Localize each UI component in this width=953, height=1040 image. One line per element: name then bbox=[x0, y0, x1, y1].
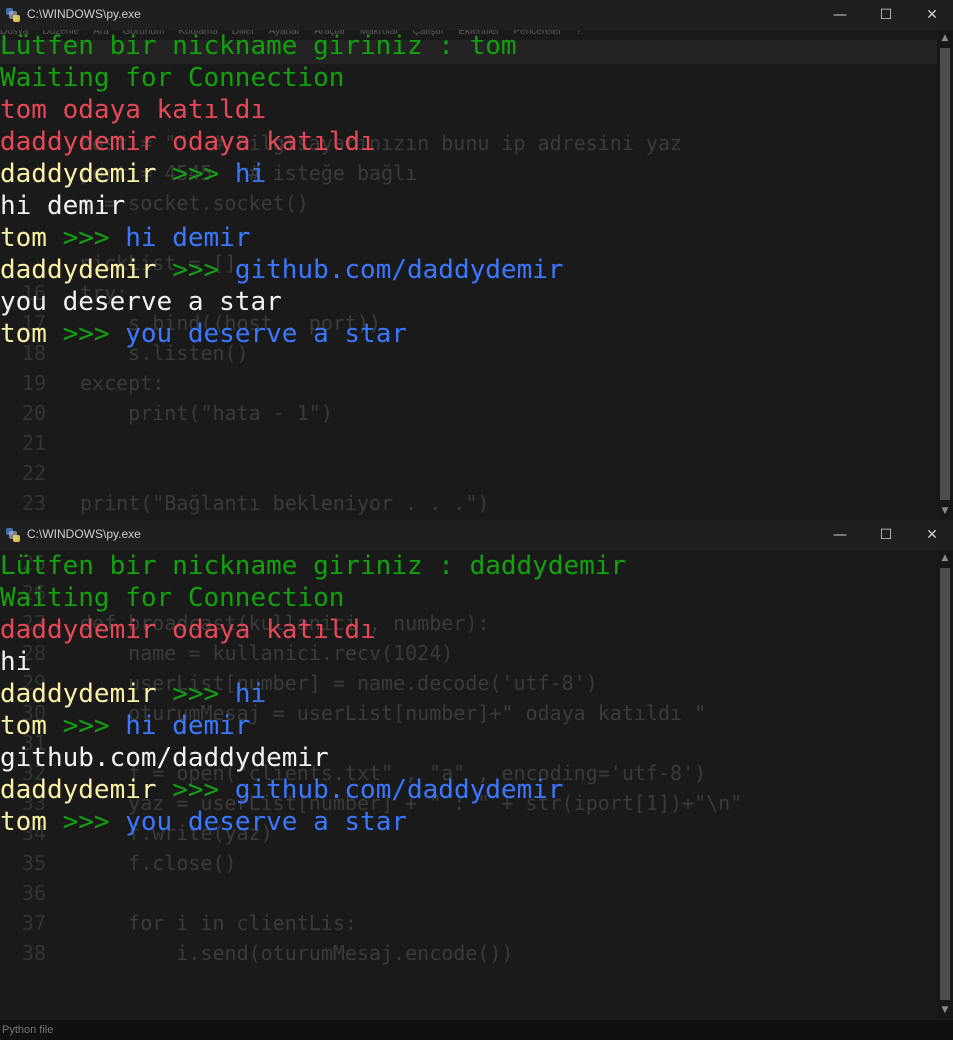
maximize-button[interactable]: ☐ bbox=[863, 520, 909, 550]
console-text-segment: hi bbox=[234, 679, 267, 709]
python-icon bbox=[6, 8, 20, 22]
console-text-segment: github.com/daddydemir bbox=[234, 255, 564, 285]
scroll-up-icon[interactable]: ▲ bbox=[937, 30, 953, 46]
console-line: tom odaya katıldı bbox=[0, 94, 937, 126]
console-text-segment: >>> bbox=[62, 711, 126, 741]
console-line: Waiting for Connection bbox=[0, 62, 937, 94]
console-text-segment: Lütfen bir nickname giriniz : daddydemir bbox=[0, 551, 627, 581]
console-text-segment: >>> bbox=[62, 223, 126, 253]
console-text-segment: hi demir bbox=[125, 223, 251, 253]
console-output: Lütfen bir nickname giriniz : tom Waiting… bbox=[0, 30, 937, 519]
console-line: github.com/daddydemir bbox=[0, 742, 937, 774]
console-text-segment: tom bbox=[0, 807, 63, 837]
console-line: tom >>> hi demir bbox=[0, 222, 937, 254]
console-text-segment: daddydemir odaya katıldı bbox=[0, 127, 376, 157]
console-text-segment: daddydemir bbox=[0, 255, 173, 285]
console-window-daddydemir[interactable]: C:\WINDOWS\py.exe — ☐ ✕ Lütfen bir nickn… bbox=[0, 520, 953, 1018]
console-line: daddydemir >>> github.com/daddydemir bbox=[0, 254, 937, 286]
console-text-segment: tom odaya katıldı bbox=[0, 95, 267, 125]
console-window-tom[interactable]: C:\WINDOWS\py.exe — ☐ ✕ Lütfen bir nickn… bbox=[0, 0, 953, 519]
console-text-segment: tom bbox=[0, 711, 63, 741]
console-text-segment: >>> bbox=[172, 255, 235, 285]
console-text-segment: Waiting for Connection bbox=[0, 583, 345, 613]
scrollbar-thumb[interactable] bbox=[940, 568, 950, 1000]
console-line: daddydemir >>> hi bbox=[0, 678, 937, 710]
close-button[interactable]: ✕ bbox=[909, 520, 953, 550]
console-text-segment: >>> bbox=[172, 679, 235, 709]
console-line: Waiting for Connection bbox=[0, 582, 937, 614]
console-text-segment: hi bbox=[0, 647, 32, 677]
console-text-segment: Lütfen bir nickname giriniz : tom bbox=[0, 31, 517, 61]
console-line: tom >>> hi demir bbox=[0, 710, 937, 742]
console-text-segment: you deserve a star bbox=[125, 807, 408, 837]
console-text-segment: github.com/daddydemir bbox=[0, 743, 329, 773]
scroll-down-icon[interactable]: ▼ bbox=[937, 503, 953, 519]
console-line: you deserve a star bbox=[0, 286, 937, 318]
console-output: Lütfen bir nickname giriniz : daddydemir… bbox=[0, 550, 937, 1018]
console-text-segment: >>> bbox=[172, 775, 235, 805]
console-line: hi bbox=[0, 646, 937, 678]
console-text-segment: github.com/daddydemir bbox=[234, 775, 564, 805]
console-text-segment: Waiting for Connection bbox=[0, 63, 345, 93]
console-scrollbar[interactable]: ▲ ▼ bbox=[937, 550, 953, 1018]
console-text-segment: daddydemir bbox=[0, 679, 173, 709]
console-line: tom >>> you deserve a star bbox=[0, 806, 937, 838]
console-text-segment: daddydemir bbox=[0, 775, 173, 805]
console-line: daddydemir odaya katıldı bbox=[0, 126, 937, 158]
console-text-segment: tom bbox=[0, 223, 63, 253]
console-text-segment: >>> bbox=[62, 807, 126, 837]
console-text-segment: hi demir bbox=[125, 711, 251, 741]
console-scrollbar[interactable]: ▲ ▼ bbox=[937, 30, 953, 519]
python-icon bbox=[6, 528, 20, 542]
console-text-segment: you deserve a star bbox=[125, 319, 408, 349]
console-line: tom >>> you deserve a star bbox=[0, 318, 937, 350]
console-line: daddydemir >>> hi bbox=[0, 158, 937, 190]
console-line: Lütfen bir nickname giriniz : daddydemir bbox=[0, 550, 937, 582]
scroll-up-icon[interactable]: ▲ bbox=[937, 550, 953, 566]
maximize-button[interactable]: ☐ bbox=[863, 0, 909, 30]
console-text-segment: hi bbox=[234, 159, 267, 189]
console-text-segment: tom bbox=[0, 319, 63, 349]
console-line: daddydemir >>> github.com/daddydemir bbox=[0, 774, 937, 806]
console-text-segment: you deserve a star bbox=[0, 287, 282, 317]
console-text-segment: daddydemir bbox=[0, 159, 173, 189]
console-titlebar[interactable]: C:\WINDOWS\py.exe — ☐ ✕ bbox=[0, 520, 953, 550]
console-titlebar[interactable]: C:\WINDOWS\py.exe — ☐ ✕ bbox=[0, 0, 953, 30]
console-line: Lütfen bir nickname giriniz : tom bbox=[0, 30, 937, 62]
minimize-button[interactable]: — bbox=[817, 520, 863, 550]
scroll-down-icon[interactable]: ▼ bbox=[937, 1002, 953, 1018]
status-language: Python file bbox=[2, 1024, 54, 1036]
console-text-segment: daddydemir odaya katıldı bbox=[0, 615, 376, 645]
console-text-segment: >>> bbox=[172, 159, 235, 189]
minimize-button[interactable]: — bbox=[817, 0, 863, 30]
console-text-segment: >>> bbox=[62, 319, 126, 349]
console-line: hi demir bbox=[0, 190, 937, 222]
console-title: C:\WINDOWS\py.exe bbox=[27, 527, 141, 541]
editor-status-bar: Python file bbox=[0, 1020, 953, 1040]
console-title: C:\WINDOWS\py.exe bbox=[27, 7, 141, 21]
console-text-segment: hi demir bbox=[0, 191, 126, 221]
scrollbar-thumb[interactable] bbox=[940, 48, 950, 500]
close-button[interactable]: ✕ bbox=[909, 0, 953, 30]
console-line: daddydemir odaya katıldı bbox=[0, 614, 937, 646]
